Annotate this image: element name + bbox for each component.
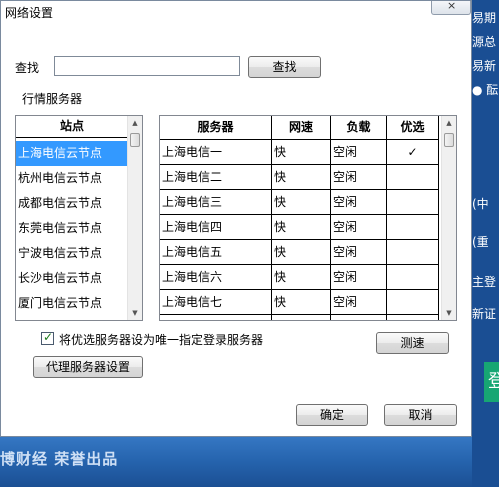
bg-text: (中	[472, 197, 489, 211]
bg-text: (重	[472, 235, 489, 249]
scroll-up-icon[interactable]: ▲	[128, 116, 142, 130]
speed-test-button[interactable]: 测速	[376, 332, 449, 354]
table-cell-speed[interactable]: 快	[272, 140, 331, 165]
table-cell-server[interactable]: 上海电信四	[160, 215, 272, 240]
column-header-load: 负载	[331, 116, 387, 140]
close-button[interactable]: ×	[431, 0, 471, 15]
table-row-partial[interactable]	[160, 315, 272, 320]
table-cell-preferred[interactable]	[387, 190, 439, 215]
station-list[interactable]: 站点 上海电信云节点 杭州电信云节点 成都电信云节点 东莞电信云节点 宁波电信云…	[15, 115, 143, 321]
station-item-partial[interactable]	[16, 316, 128, 320]
bg-text: 主登	[472, 275, 497, 289]
table-cell-speed[interactable]: 快	[272, 190, 331, 215]
table-cell-load[interactable]: 空闲	[331, 265, 387, 290]
station-list-header: 站点	[16, 116, 128, 138]
scroll-thumb[interactable]	[444, 133, 454, 147]
station-item[interactable]: 成都电信云节点	[16, 191, 128, 216]
station-item[interactable]: 杭州电信云节点	[16, 166, 128, 191]
table-cell-speed[interactable]: 快	[272, 165, 331, 190]
table-cell-load[interactable]: 空闲	[331, 215, 387, 240]
table-cell-load[interactable]: 空闲	[331, 165, 387, 190]
column-header-preferred: 优选	[387, 116, 439, 140]
bg-text: 易期	[472, 11, 497, 25]
scroll-thumb[interactable]	[130, 133, 140, 147]
table-cell-preferred[interactable]	[387, 165, 439, 190]
network-settings-dialog: 网络设置 × 查找 查找 行情服务器 站点 上海电信云节点 杭州电信云节点 成都…	[0, 0, 472, 437]
only-preferred-label[interactable]: 将优选服务器设为唯一指定登录服务器	[59, 331, 263, 348]
bg-text: 新证	[472, 307, 497, 321]
table-cell-server[interactable]: 上海电信五	[160, 240, 272, 265]
column-header-speed: 网速	[272, 116, 331, 140]
proxy-settings-button[interactable]: 代理服务器设置	[33, 356, 143, 378]
brand-text: 博财经 荣誉出品	[0, 450, 119, 468]
bg-text: 易新	[472, 59, 497, 73]
station-item[interactable]: 厦门电信云节点	[16, 291, 128, 316]
bg-text: 源总	[472, 35, 497, 49]
table-cell-speed[interactable]: 快	[272, 215, 331, 240]
scroll-down-icon[interactable]: ▼	[442, 306, 456, 320]
column-header-server: 服务器	[160, 116, 272, 140]
table-cell-preferred[interactable]	[387, 290, 439, 315]
bg-text: ● 酝	[472, 83, 499, 97]
table-cell-server[interactable]: 上海电信二	[160, 165, 272, 190]
table-cell-preferred[interactable]	[387, 265, 439, 290]
search-label: 查找	[15, 61, 40, 75]
search-input[interactable]	[54, 56, 240, 76]
search-button[interactable]: 查找	[248, 56, 321, 78]
background-app-footer: 博财经 荣誉出品	[0, 437, 472, 487]
close-icon: ×	[447, 0, 457, 12]
station-item[interactable]: 长沙电信云节点	[16, 266, 128, 291]
window-title: 网络设置	[5, 6, 54, 20]
station-item[interactable]: 东莞电信云节点	[16, 216, 128, 241]
table-cell-server[interactable]: 上海电信一	[160, 140, 272, 165]
ok-button[interactable]: 确定	[296, 404, 368, 426]
table-row-partial[interactable]	[331, 315, 387, 320]
preferred-check-icon[interactable]: ✓	[387, 140, 439, 165]
table-cell-server[interactable]: 上海电信三	[160, 190, 272, 215]
table-cell-load[interactable]: 空闲	[331, 290, 387, 315]
check-icon: ✓	[43, 330, 54, 344]
station-item[interactable]: 宁波电信云节点	[16, 241, 128, 266]
table-cell-server[interactable]: 上海电信七	[160, 290, 272, 315]
bg-login-button: 登	[484, 362, 499, 402]
table-cell-preferred[interactable]	[387, 240, 439, 265]
scroll-up-icon[interactable]: ▲	[442, 116, 456, 130]
scroll-down-icon[interactable]: ▼	[128, 306, 142, 320]
table-row-partial[interactable]	[272, 315, 331, 320]
table-cell-preferred[interactable]	[387, 215, 439, 240]
table-cell-speed[interactable]: 快	[272, 265, 331, 290]
table-cell-load[interactable]: 空闲	[331, 140, 387, 165]
table-cell-server[interactable]: 上海电信六	[160, 265, 272, 290]
table-row-partial[interactable]	[387, 315, 439, 320]
server-table[interactable]: 服务器 网速 负载 优选 上海电信一 快 空闲 ✓ 上海电信二 快 空闲 上海电…	[159, 115, 457, 321]
title-bar: 网络设置	[1, 1, 471, 21]
table-cell-speed[interactable]: 快	[272, 290, 331, 315]
cancel-button[interactable]: 取消	[384, 404, 457, 426]
station-list-scrollbar[interactable]: ▲ ▼	[127, 116, 142, 320]
background-app-strip: 易期 源总 易新 ● 酝 (中 (重 主登 新证 登	[472, 0, 499, 487]
server-table-scrollbar[interactable]: ▲ ▼	[441, 116, 456, 320]
table-cell-load[interactable]: 空闲	[331, 190, 387, 215]
table-cell-speed[interactable]: 快	[272, 240, 331, 265]
table-cell-load[interactable]: 空闲	[331, 240, 387, 265]
server-section-label: 行情服务器	[22, 92, 83, 106]
station-item[interactable]: 上海电信云节点	[16, 141, 128, 166]
only-preferred-checkbox[interactable]: ✓	[41, 330, 54, 345]
